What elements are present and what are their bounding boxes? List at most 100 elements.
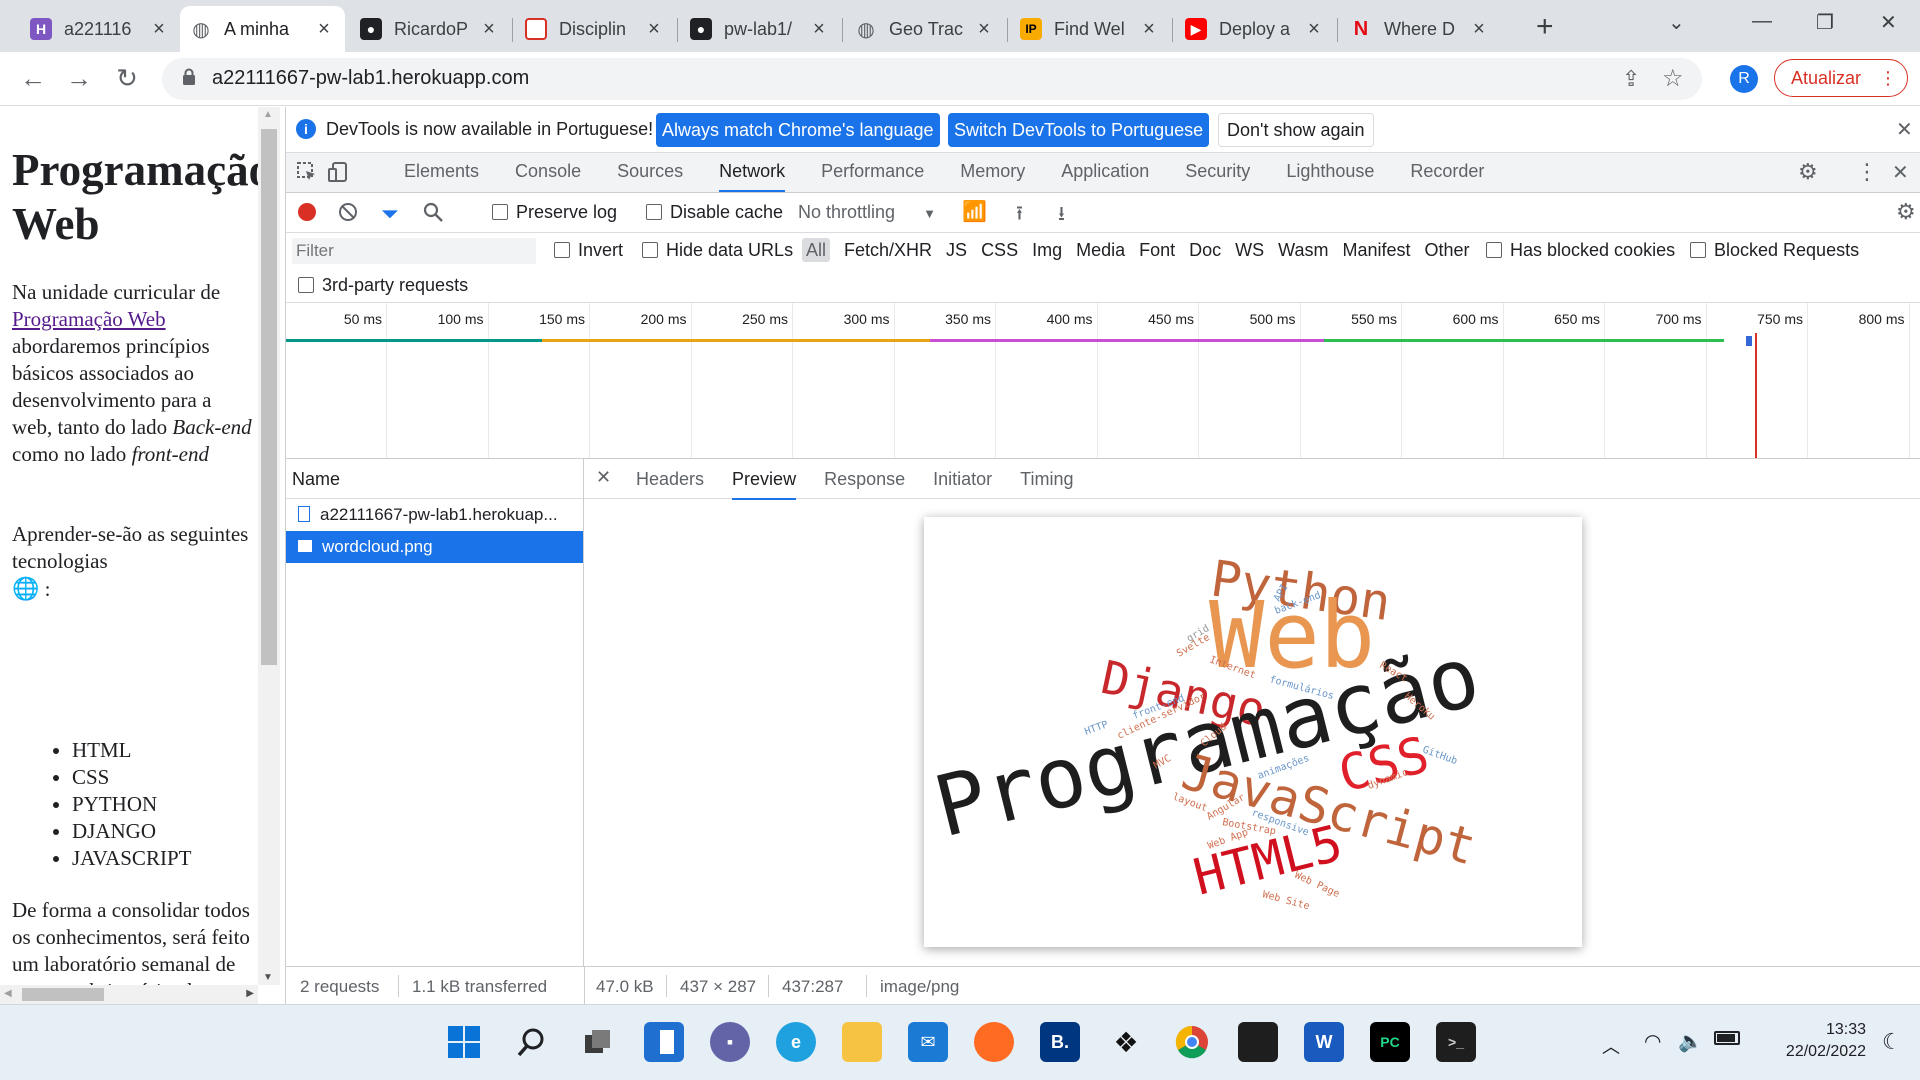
close-tab-icon[interactable]: × — [1303, 18, 1325, 41]
devtools-tab-lighthouse[interactable]: Lighthouse — [1286, 161, 1374, 182]
back-button[interactable]: ← — [18, 64, 48, 94]
hscroll-right-arrow[interactable]: ▶ — [246, 988, 254, 999]
filter-type-other[interactable]: Other — [1425, 240, 1470, 260]
devtools-more-icon[interactable]: ⋮ — [1856, 159, 1878, 185]
filter-type-css[interactable]: CSS — [981, 240, 1018, 260]
devtools-tab-performance[interactable]: Performance — [821, 161, 924, 182]
detail-tab-timing[interactable]: Timing — [1020, 469, 1073, 490]
close-infobar-icon[interactable]: ✕ — [1896, 117, 1913, 142]
third-party-checkbox[interactable]: 3rd-party requests — [298, 275, 468, 296]
blocked-requests-checkbox[interactable]: Blocked Requests — [1690, 240, 1859, 261]
hide-data-urls-checkbox[interactable]: Hide data URLs — [642, 240, 793, 261]
request-row-image[interactable]: wordcloud.png — [286, 531, 583, 563]
word-icon[interactable]: W — [1304, 1022, 1344, 1062]
devtools-tab-console[interactable]: Console — [515, 161, 581, 182]
browser-tab[interactable]: Disciplin × — [515, 6, 675, 52]
switch-to-portuguese-button[interactable]: Switch DevTools to Portuguese — [948, 113, 1210, 147]
terminal-icon[interactable]: >_ — [1436, 1022, 1476, 1062]
record-icon[interactable] — [298, 203, 316, 221]
page-vertical-scrollbar[interactable]: ▲ ▼ — [258, 107, 280, 985]
devtools-tab-recorder[interactable]: Recorder — [1410, 161, 1484, 182]
import-har-icon[interactable]: ⭱ — [1016, 199, 1023, 233]
booking-icon[interactable]: B. — [1040, 1022, 1080, 1062]
dropbox-icon[interactable]: ❖ — [1106, 1022, 1146, 1062]
bookmark-star-icon[interactable]: ☆ — [1662, 64, 1684, 93]
devtools-tab-elements[interactable]: Elements — [404, 161, 479, 182]
minimize-icon[interactable]: — — [1752, 10, 1772, 33]
figma-icon[interactable] — [1238, 1022, 1278, 1062]
throttling-select[interactable]: No throttling ▼ — [798, 202, 936, 223]
filter-type-fetchxhr[interactable]: Fetch/XHR — [844, 240, 932, 260]
clock[interactable]: 13:33 22/02/2022 — [1756, 1019, 1866, 1063]
show-hidden-icons-chevron[interactable]: ︿ — [1602, 1033, 1620, 1059]
network-overview[interactable]: 50 ms 100 ms 150 ms 200 ms 250 ms 300 ms 350 m… — [286, 303, 1920, 459]
scroll-down-arrow[interactable]: ▼ — [263, 972, 273, 983]
page-viewport[interactable]: Programação Web Na unidade curricular de… — [0, 107, 285, 1004]
new-tab-button[interactable]: + — [1536, 10, 1554, 44]
close-window-icon[interactable]: ✕ — [1880, 10, 1897, 35]
filter-type-img[interactable]: Img — [1032, 240, 1062, 260]
invert-checkbox[interactable]: Invert — [554, 240, 623, 261]
filter-type-wasm[interactable]: Wasm — [1278, 240, 1328, 260]
filter-type-font[interactable]: Font — [1139, 240, 1175, 260]
teams-chat-icon[interactable]: ▪ — [710, 1022, 750, 1062]
filter-type-all[interactable]: All — [802, 238, 831, 262]
filter-funnel-icon[interactable]: ⏷ — [381, 201, 399, 227]
notifications-icon[interactable]: ☾ — [1882, 1029, 1902, 1055]
close-tab-icon[interactable]: × — [478, 18, 500, 41]
browser-tab[interactable]: ● pw-lab1/ × — [680, 6, 840, 52]
forward-button[interactable]: → — [64, 64, 94, 94]
close-tab-icon[interactable]: × — [643, 18, 665, 41]
network-settings-icon[interactable]: ⚙ — [1896, 199, 1916, 225]
export-har-icon[interactable]: ⭳ — [1058, 199, 1065, 233]
address-bar[interactable]: a22111667-pw-lab1.herokuapp.com ⇪ ☆ — [162, 58, 1702, 100]
devtools-tab-security[interactable]: Security — [1185, 161, 1250, 182]
detail-tab-response[interactable]: Response — [824, 469, 905, 490]
detail-tab-preview[interactable]: Preview — [732, 469, 797, 500]
filter-type-js[interactable]: JS — [946, 240, 967, 260]
search-taskbar-icon[interactable] — [512, 1022, 552, 1062]
preserve-log-checkbox[interactable]: Preserve log — [492, 202, 617, 223]
reload-button[interactable]: ↻ — [112, 64, 142, 94]
scroll-up-arrow[interactable]: ▲ — [263, 109, 273, 120]
always-match-language-button[interactable]: Always match Chrome's language — [656, 113, 940, 147]
browser-tab[interactable]: ◍ Geo Trac × — [845, 6, 1005, 52]
has-blocked-cookies-checkbox[interactable]: Has blocked cookies — [1486, 240, 1675, 261]
volume-icon[interactable]: 🔈 — [1678, 1029, 1703, 1054]
file-explorer-icon[interactable] — [842, 1022, 882, 1062]
devtools-tab-network[interactable]: Network — [719, 161, 786, 192]
device-toolbar-icon[interactable] — [328, 161, 350, 183]
devtools-tab-memory[interactable]: Memory — [960, 161, 1025, 182]
detail-tab-initiator[interactable]: Initiator — [933, 469, 992, 490]
network-conditions-icon[interactable]: 📶 — [962, 199, 987, 224]
close-tab-icon[interactable]: × — [1468, 18, 1490, 41]
filter-input[interactable] — [292, 238, 536, 264]
hscroll-left-arrow[interactable]: ◀ — [4, 988, 12, 999]
mail-icon[interactable]: ✉ — [908, 1022, 948, 1062]
filter-type-ws[interactable]: WS — [1235, 240, 1264, 260]
devtools-tab-sources[interactable]: Sources — [617, 161, 683, 182]
browser-tab[interactable]: ◍ A minha × — [180, 6, 345, 52]
wifi-icon[interactable]: ◠ — [1644, 1029, 1661, 1054]
detail-tab-headers[interactable]: Headers — [636, 469, 704, 490]
hscroll-thumb[interactable] — [22, 988, 104, 1001]
page-horizontal-scrollbar[interactable]: ◀ ▶ — [0, 985, 258, 1004]
battery-icon[interactable] — [1714, 1031, 1740, 1045]
start-button[interactable] — [444, 1022, 484, 1062]
inspect-element-icon[interactable] — [296, 161, 318, 183]
close-tab-icon[interactable]: × — [1138, 18, 1160, 41]
filter-type-manifest[interactable]: Manifest — [1343, 240, 1411, 260]
close-details-icon[interactable]: ✕ — [596, 467, 611, 488]
scroll-thumb[interactable] — [261, 129, 277, 665]
update-button[interactable]: Atualizar ⋮ — [1774, 59, 1908, 97]
close-devtools-icon[interactable]: ✕ — [1892, 160, 1909, 185]
browser-tab[interactable]: ▶ Deploy a × — [1175, 6, 1335, 52]
widgets-icon[interactable] — [644, 1022, 684, 1062]
request-row-document[interactable]: a22111667-pw-lab1.herokuap... — [286, 499, 583, 531]
search-icon[interactable] — [422, 201, 444, 223]
disable-cache-checkbox[interactable]: Disable cache — [646, 202, 783, 223]
close-tab-icon[interactable]: × — [808, 18, 830, 41]
clear-icon[interactable] — [339, 203, 357, 221]
browser-tab[interactable]: N Where D × — [1340, 6, 1500, 52]
profile-avatar[interactable]: R — [1730, 65, 1758, 93]
